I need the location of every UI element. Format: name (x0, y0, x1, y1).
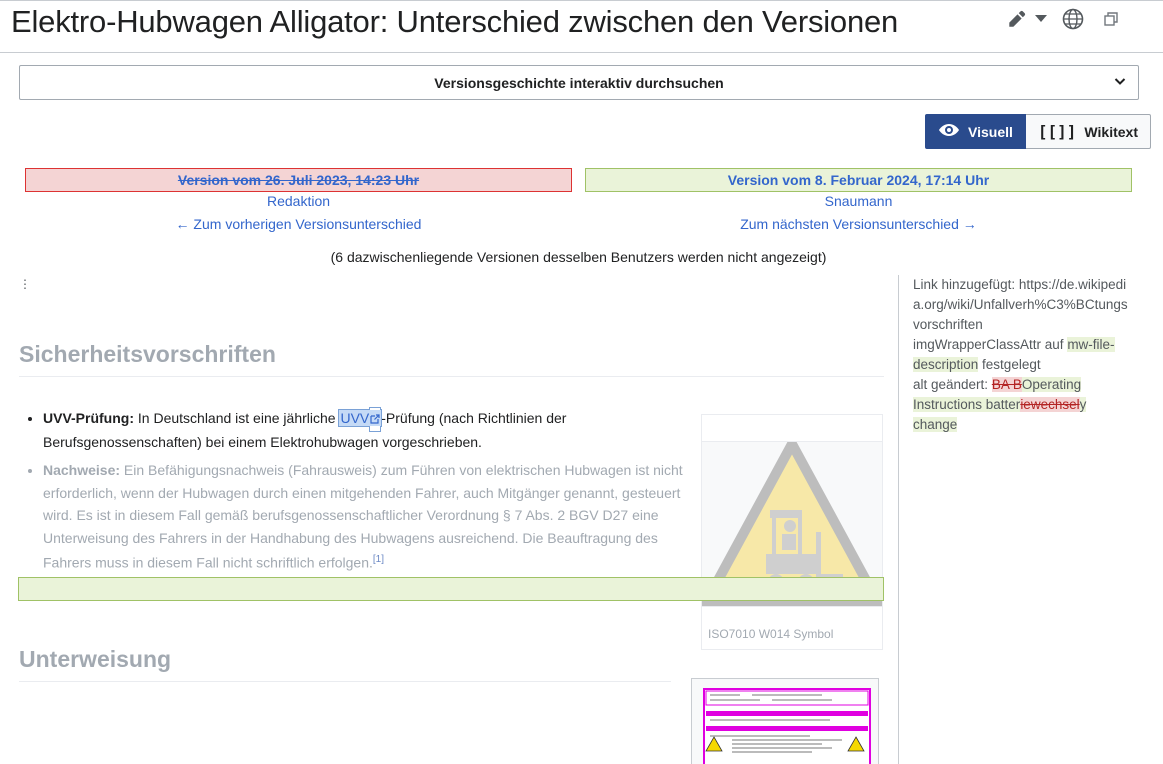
next-diff-link[interactable]: Zum nächsten Versionsunterschied → (585, 216, 1132, 232)
edit-pencil-icon[interactable] (1005, 7, 1029, 31)
page-title: Elektro-Hubwagen Alligator: Unterschied … (11, 4, 899, 39)
section-heading-instruction: Unterweisung (19, 646, 172, 672)
section-divider (19, 376, 884, 377)
title-divider (0, 52, 1163, 53)
image-caption: ISO7010 W014 Symbol (708, 627, 834, 641)
new-revision-user-link[interactable]: Snaumann (585, 193, 1132, 209)
visual-diff-label: Visuell (968, 123, 1013, 140)
section-heading-safety: Sicherheitsvorschriften (19, 341, 276, 367)
intermediate-versions-notice: (6 dazwischenliegende Versionen desselbe… (330, 249, 827, 265)
sidebar-divider (898, 275, 899, 764)
new-revision-header[interactable]: Version vom 8. Februar 2024, 17:14 Uhr (585, 168, 1132, 192)
visual-diff-button[interactable]: Visuell (925, 114, 1026, 149)
alt-changed-note: alt geändert: BA BOperating Instructions… (913, 377, 1087, 432)
old-revision-header[interactable]: Version vom 26. Juli 2023, 14:23 Uhr (25, 168, 572, 192)
list-item-term: Nachweise: (43, 462, 121, 478)
reference-link[interactable]: [1] (373, 554, 384, 565)
eye-icon (938, 123, 960, 140)
language-globe-icon[interactable] (1061, 7, 1085, 31)
wikitext-brackets-icon: [[]] (1037, 122, 1077, 141)
link-added-note: Link hinzugefügt: https://de.wikipedia.o… (913, 277, 1128, 332)
image-thumbnail-operating-instructions[interactable] (691, 678, 879, 764)
previous-diff-link[interactable]: ← Zum vorherigen Versionsunterschied (25, 216, 572, 232)
safety-list: UVV-Prüfung: In Deutschland ist eine jäh… (43, 407, 683, 580)
collapsed-context-icon[interactable]: ⋮ (19, 277, 31, 291)
title-tools (1005, 7, 1123, 31)
uvv-link[interactable]: UVV (338, 409, 383, 427)
chevron-down-icon (1113, 74, 1127, 91)
history-search-label: Versionsgeschichte interaktiv durchsuche… (434, 74, 724, 91)
list-item: Nachweise: Ein Befähigungsnachweis (Fahr… (43, 459, 683, 574)
top-border (0, 0, 1163, 1)
added-content-bar (18, 577, 884, 601)
list-item: UVV-Prüfung: In Deutschland ist eine jäh… (43, 407, 683, 453)
change-summary-sidebar: Link hinzugefügt: https://de.wikipedia.o… (913, 275, 1128, 435)
list-item-term: UVV-Prüfung: (43, 410, 134, 426)
wikitext-diff-label: Wikitext (1084, 123, 1138, 140)
external-link-icon (370, 408, 380, 431)
old-revision-user-link[interactable]: Redaktion (25, 193, 572, 209)
restore-window-icon[interactable] (1099, 7, 1123, 31)
wikitext-diff-button[interactable]: [[]] Wikitext (1025, 114, 1151, 149)
attr-set-note: imgWrapperClassAttr auf mw-file-descript… (913, 337, 1115, 372)
dropdown-arrow-icon[interactable] (1035, 7, 1047, 31)
operating-instructions-image (692, 679, 878, 764)
image-thumbnail-forklift-warning[interactable]: ISO7010 W014 Symbol (701, 414, 883, 650)
history-search-dropdown[interactable]: Versionsgeschichte interaktiv durchsuche… (19, 65, 1139, 100)
diff-view-toggle: Visuell [[]] Wikitext (925, 114, 1151, 149)
section-divider (19, 681, 671, 682)
